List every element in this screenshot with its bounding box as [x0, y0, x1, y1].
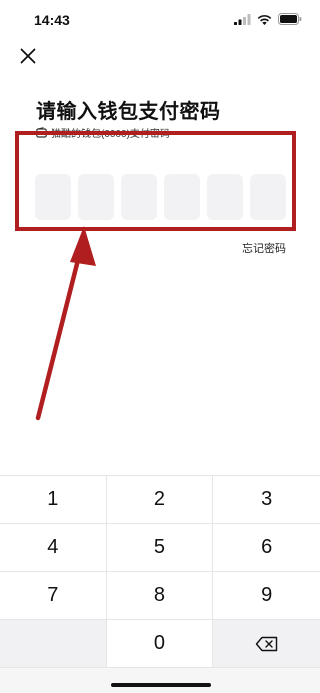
status-icons [234, 13, 302, 25]
home-indicator [111, 683, 211, 687]
key-5[interactable]: 5 [106, 524, 214, 572]
cellular-signal-icon [234, 13, 251, 25]
wallet-label: 猫酷的钱包(0000)支付密码 [51, 128, 170, 140]
key-1[interactable]: 1 [0, 476, 107, 524]
key-2[interactable]: 2 [106, 476, 214, 524]
pin-digit-box[interactable] [207, 174, 243, 220]
wallet-icon [36, 126, 47, 138]
forgot-password-link[interactable]: 忘记密码 [242, 240, 286, 256]
wallet-info: 猫酷的钱包(0000)支付密码 [36, 125, 170, 140]
battery-icon [278, 13, 302, 25]
close-icon [20, 48, 36, 64]
wifi-icon [257, 14, 272, 25]
pin-digit-box[interactable] [35, 174, 71, 220]
status-bar: 14:43 [0, 0, 320, 40]
numeric-keypad: 1 2 3 4 5 6 7 8 9 0 [0, 475, 320, 693]
close-button[interactable] [16, 44, 40, 68]
key-0[interactable]: 0 [106, 620, 214, 668]
key-blank [0, 620, 107, 668]
page-title: 请输入钱包支付密码 [36, 101, 221, 123]
pin-digit-box[interactable] [164, 174, 200, 220]
pin-digit-box[interactable] [250, 174, 286, 220]
status-time: 14:43 [34, 12, 70, 28]
key-6[interactable]: 6 [213, 524, 320, 572]
pin-digit-box[interactable] [121, 174, 157, 220]
pin-input[interactable] [35, 174, 287, 220]
key-8[interactable]: 8 [106, 572, 214, 620]
backspace-icon [255, 636, 277, 651]
delete-button[interactable] [213, 620, 320, 668]
key-3[interactable]: 3 [213, 476, 320, 524]
key-7[interactable]: 7 [0, 572, 107, 620]
key-9[interactable]: 9 [213, 572, 320, 620]
key-4[interactable]: 4 [0, 524, 107, 572]
pin-digit-box[interactable] [78, 174, 114, 220]
